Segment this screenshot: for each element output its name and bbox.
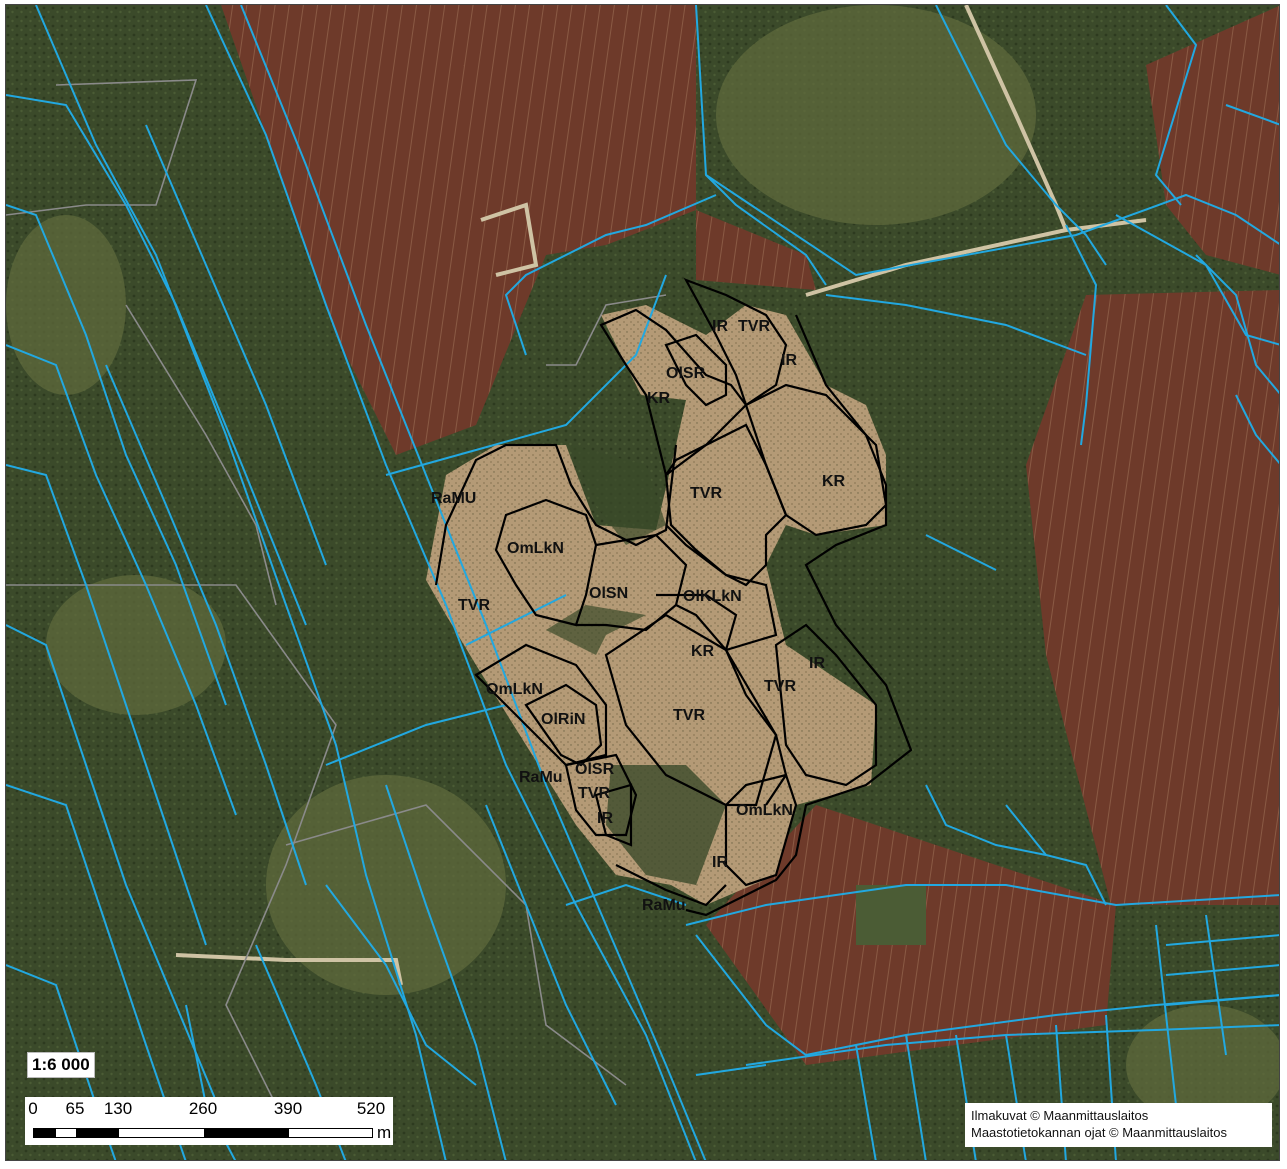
site-label: RaMu	[519, 769, 563, 786]
site-label: OlKLkN	[683, 588, 742, 605]
site-label: IR	[781, 352, 797, 369]
site-label: RaMu	[642, 897, 686, 914]
site-label: RaMU	[431, 490, 476, 507]
map-view[interactable]: IR TVR IR OlSR KR KR TVR RaMU OmLkN OlSN…	[5, 4, 1280, 1161]
site-label: IR	[597, 810, 613, 827]
site-label: KR	[822, 473, 846, 490]
scale-tick-label: 260	[188, 1099, 218, 1118]
site-label: TVR	[458, 597, 490, 614]
scale-bar-strip	[33, 1128, 373, 1138]
site-label: KR	[691, 643, 715, 660]
site-label: KR	[647, 390, 671, 407]
site-label: IR	[712, 854, 728, 871]
site-label: IR	[712, 318, 728, 335]
scale-bar: 0 65 130 260 390 520 m	[25, 1097, 393, 1145]
site-label: TVR	[738, 318, 770, 335]
credit-line: Maastotietokannan ojat © Maanmittauslait…	[971, 1125, 1227, 1140]
aerial-map[interactable]: IR TVR IR OlSR KR KR TVR RaMU OmLkN OlSN…	[6, 5, 1280, 1161]
site-label: OmLkN	[736, 802, 793, 819]
site-label: TVR	[690, 485, 722, 502]
scale-tick-label: 130	[103, 1099, 133, 1118]
scale-bar-segment	[76, 1129, 119, 1137]
scale-bar-segment	[34, 1129, 56, 1137]
scale-unit: m	[377, 1123, 392, 1142]
scale-tick-label: 520	[356, 1099, 386, 1118]
map-credits: Ilmakuvat © Maanmittauslaitos Maastotiet…	[965, 1103, 1272, 1147]
site-label: OmLkN	[486, 681, 543, 698]
site-label: IR	[809, 655, 825, 672]
scale-tick-label: 0	[28, 1099, 38, 1118]
scale-tick-label: 65	[65, 1099, 85, 1118]
site-label: OmLkN	[507, 540, 564, 557]
site-label: OlSN	[589, 585, 628, 602]
site-label: OlSR	[666, 365, 706, 382]
site-label: TVR	[578, 785, 610, 802]
site-label: TVR	[673, 707, 705, 724]
scale-ratio: 1:6 000	[27, 1052, 95, 1078]
scale-tick-label: 390	[273, 1099, 303, 1118]
credit-line: Ilmakuvat © Maanmittauslaitos	[971, 1108, 1149, 1123]
site-label: TVR	[764, 678, 796, 695]
scale-bar-segment	[204, 1129, 289, 1137]
site-label: OlRiN	[541, 711, 585, 728]
site-label: OlSR	[575, 761, 615, 778]
